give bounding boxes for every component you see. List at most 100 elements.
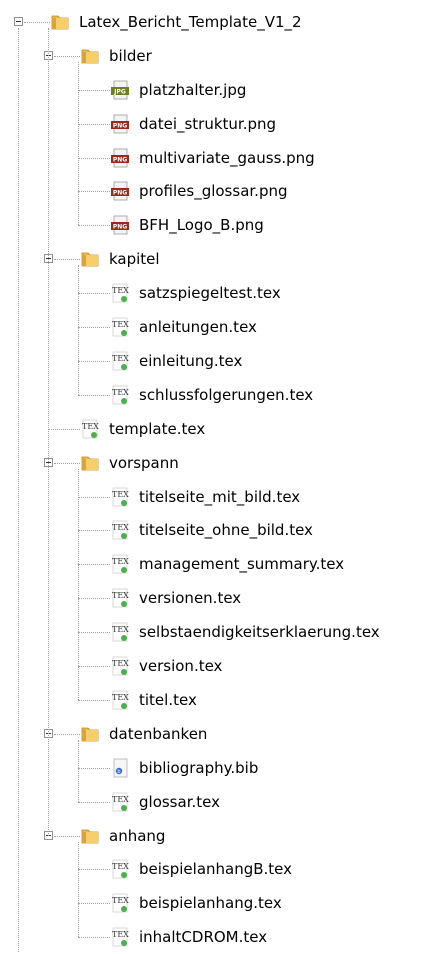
- tree-file-management-summary-tex[interactable]: TEX management_summary.tex: [0, 547, 424, 581]
- tree-file-satzspiegeltest-tex[interactable]: TEX satzspiegeltest.tex: [0, 276, 424, 310]
- tree-item-label: management_summary.tex: [139, 555, 345, 574]
- tree-connector: [48, 428, 80, 430]
- tex-file-icon: TEX: [110, 520, 130, 540]
- tree-guide-line: [78, 265, 79, 395]
- tree-connector: [78, 598, 110, 600]
- tree-file-template-tex[interactable]: TEX template.tex: [0, 412, 424, 446]
- tree-connector: [54, 259, 80, 261]
- tree-file-multivariate-gauss-png[interactable]: PNG multivariate_gauss.png: [0, 141, 424, 175]
- tree-file-anleitungen-tex[interactable]: TEX anleitungen.tex: [0, 310, 424, 344]
- tree-connector: [78, 903, 110, 905]
- tree-connector: [78, 666, 110, 668]
- jpg-file-icon: JPG: [110, 80, 130, 100]
- file-tree: Latex_Bericht_Template_V1_2 bilder JPG p…: [0, 0, 424, 954]
- svg-text:TEX: TEX: [112, 557, 129, 566]
- svg-text:PNG: PNG: [113, 224, 127, 231]
- tree-connector: [78, 360, 110, 362]
- tree-file-datei-struktur-png[interactable]: PNG datei_struktur.png: [0, 107, 424, 141]
- tree-connector: [78, 801, 110, 803]
- tree-file-titelseite-mit-bild-tex[interactable]: TEX titelseite_mit_bild.tex: [0, 480, 424, 514]
- folder-icon: [80, 249, 100, 269]
- tree-item-label: version.tex: [139, 657, 223, 676]
- tree-connector: [78, 699, 110, 701]
- tree-guide-line: [78, 61, 79, 226]
- tree-item-label: Latex_Bericht_Template_V1_2: [79, 12, 302, 31]
- tree-file-inhaltcdrom-tex[interactable]: TEX inhaltCDROM.tex: [0, 920, 424, 954]
- svg-text:TEX: TEX: [82, 422, 99, 431]
- tree-guide-line: [78, 468, 79, 700]
- tree-file-einleitung-tex[interactable]: TEX einleitung.tex: [0, 344, 424, 378]
- tree-item-label: beispielanhangB.tex: [139, 860, 293, 879]
- collapse-toggle-icon[interactable]: [14, 16, 23, 26]
- tree-item-label: template.tex: [109, 419, 206, 438]
- tree-connector: [78, 564, 110, 566]
- tree-folder-anhang[interactable]: anhang: [0, 819, 424, 853]
- svg-text:b: b: [117, 769, 120, 775]
- svg-text:TEX: TEX: [112, 320, 129, 329]
- tree-file-titel-tex[interactable]: TEX titel.tex: [0, 683, 424, 717]
- tree-folder-kapitel[interactable]: kapitel: [0, 242, 424, 276]
- png-file-icon: PNG: [110, 114, 130, 134]
- tree-guide-line: [78, 841, 79, 938]
- tree-file-profiles-glossar-png[interactable]: PNG profiles_glossar.png: [0, 175, 424, 209]
- tree-item-label: multivariate_gauss.png: [139, 148, 315, 167]
- tree-file-titelseite-ohne-bild-tex[interactable]: TEX titelseite_ohne_bild.tex: [0, 514, 424, 548]
- tex-file-icon: TEX: [110, 554, 130, 574]
- tree-connector: [24, 21, 50, 23]
- tree-item-label: beispielanhang.tex: [139, 894, 282, 913]
- svg-text:TEX: TEX: [112, 625, 129, 634]
- tree-file-beispielanhang-tex[interactable]: TEX beispielanhang.tex: [0, 886, 424, 920]
- png-file-icon: PNG: [110, 215, 130, 235]
- tex-file-icon: TEX: [110, 656, 130, 676]
- svg-text:TEX: TEX: [112, 388, 129, 397]
- tree-connector: [78, 327, 110, 329]
- tree-item-label: titel.tex: [139, 690, 197, 709]
- svg-text:TEX: TEX: [112, 591, 129, 600]
- svg-text:PNG: PNG: [113, 190, 127, 197]
- tex-file-icon: TEX: [110, 690, 130, 710]
- svg-text:TEX: TEX: [112, 862, 129, 871]
- tree-file-schlussfolgerungen-tex[interactable]: TEX schlussfolgerungen.tex: [0, 378, 424, 412]
- tree-folder-datenbanken[interactable]: datenbanken: [0, 717, 424, 751]
- tree-item-label: titelseite_ohne_bild.tex: [139, 521, 313, 540]
- tree-item-label: datenbanken: [109, 724, 208, 743]
- svg-text:TEX: TEX: [112, 490, 129, 499]
- tree-file-beispielanhangb-tex[interactable]: TEX beispielanhangB.tex: [0, 853, 424, 887]
- tex-file-icon: TEX: [110, 927, 130, 947]
- tree-folder-vorspann[interactable]: vorspann: [0, 446, 424, 480]
- bib-file-icon: b: [110, 758, 130, 778]
- tex-file-icon: TEX: [110, 792, 130, 812]
- folder-icon: [50, 12, 70, 32]
- tree-file-versionen-tex[interactable]: TEX versionen.tex: [0, 581, 424, 615]
- tree-item-label: bibliography.bib: [139, 758, 259, 777]
- tex-file-icon: TEX: [110, 283, 130, 303]
- tree-folder-bilder[interactable]: bilder: [0, 39, 424, 73]
- tree-connector: [78, 530, 110, 532]
- tex-file-icon: TEX: [110, 351, 130, 371]
- tree-connector: [78, 632, 110, 634]
- svg-text:TEX: TEX: [112, 896, 129, 905]
- tree-connector: [78, 157, 110, 159]
- tree-item-label: schlussfolgerungen.tex: [139, 385, 314, 404]
- svg-text:TEX: TEX: [112, 659, 129, 668]
- tree-connector: [78, 937, 110, 939]
- tree-item-label: bilder: [109, 46, 152, 65]
- tree-item-label: kapitel: [109, 250, 160, 269]
- tex-file-icon: TEX: [110, 317, 130, 337]
- tree-connector: [54, 462, 80, 464]
- tree-file-selbstaendigkeitserklaerung-tex[interactable]: TEX selbstaendigkeitserklaerung.tex: [0, 615, 424, 649]
- tree-connector: [54, 835, 80, 837]
- tree-file-bfh-logo-b-png[interactable]: PNG BFH_Logo_B.png: [0, 208, 424, 242]
- tree-item-label: selbstaendigkeitserklaerung.tex: [139, 623, 380, 642]
- png-file-icon: PNG: [110, 181, 130, 201]
- tex-file-icon: TEX: [80, 419, 100, 439]
- tree-folder-latex-bericht-template-v1-2[interactable]: Latex_Bericht_Template_V1_2: [0, 5, 424, 39]
- tree-file-glossar-tex[interactable]: TEX glossar.tex: [0, 785, 424, 819]
- tree-item-label: satzspiegeltest.tex: [139, 284, 281, 303]
- tree-file-platzhalter-jpg[interactable]: JPG platzhalter.jpg: [0, 73, 424, 107]
- tree-item-label: glossar.tex: [139, 792, 220, 811]
- tree-item-label: profiles_glossar.png: [139, 182, 288, 201]
- tree-item-label: anleitungen.tex: [139, 318, 257, 337]
- tree-file-version-tex[interactable]: TEX version.tex: [0, 649, 424, 683]
- tree-file-bibliography-bib[interactable]: b bibliography.bib: [0, 751, 424, 785]
